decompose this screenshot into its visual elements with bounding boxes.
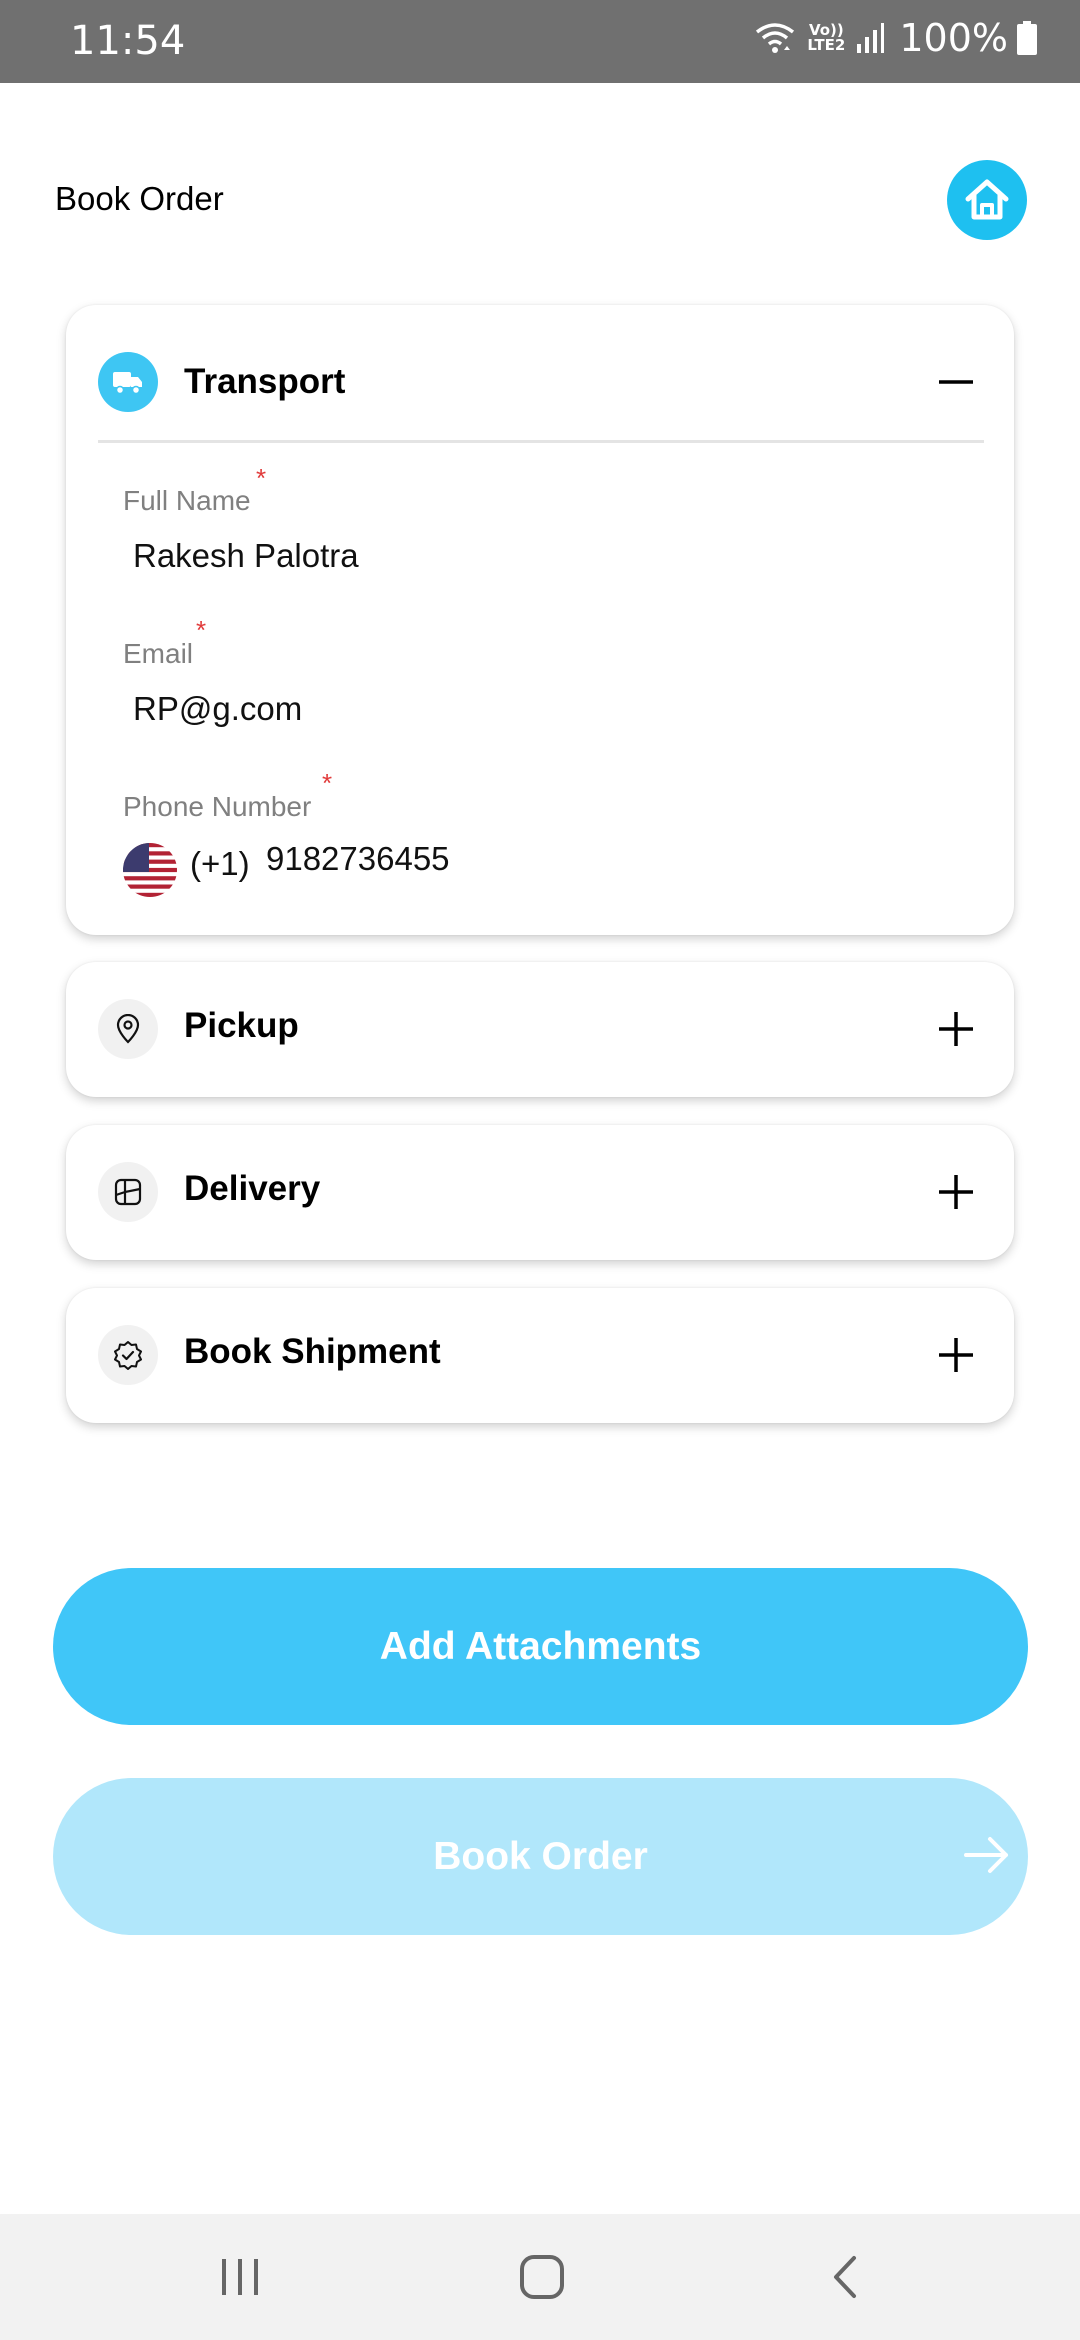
status-bar: 11:54 Vo)) LTE2 100% xyxy=(0,0,1080,83)
required-marker: * xyxy=(256,463,267,493)
email-label: Email xyxy=(123,638,194,669)
recent-apps-button[interactable] xyxy=(210,2252,270,2302)
plus-icon[interactable] xyxy=(936,1009,976,1049)
dial-code[interactable]: (+1) xyxy=(190,845,250,883)
transport-title: Transport xyxy=(184,362,346,401)
section-divider xyxy=(98,440,984,443)
recent-apps-icon xyxy=(222,2259,258,2295)
plus-icon[interactable] xyxy=(936,1335,976,1375)
full-name-label: Full Name xyxy=(123,485,251,516)
book-shipment-title: Book Shipment xyxy=(184,1332,441,1371)
back-icon xyxy=(834,2256,856,2298)
home-icon xyxy=(965,179,1009,220)
book-shipment-section[interactable]: Book Shipment xyxy=(66,1288,1014,1423)
transport-header[interactable]: Transport xyxy=(66,305,1014,440)
pickup-title: Pickup xyxy=(184,1006,299,1045)
back-button[interactable] xyxy=(815,2252,875,2302)
book-order-label: Book Order xyxy=(433,1834,648,1878)
book-order-button[interactable]: Book Order xyxy=(53,1778,1028,1935)
verified-badge-icon xyxy=(98,1325,158,1385)
transport-section: Transport Full Name * Rakesh Palotra Ema… xyxy=(66,305,1014,935)
full-name-field[interactable]: Rakesh Palotra xyxy=(133,537,359,575)
wifi-icon xyxy=(756,23,795,54)
delivery-section[interactable]: Delivery xyxy=(66,1125,1014,1260)
status-time: 11:54 xyxy=(70,18,186,64)
email-field[interactable]: RP@g.com xyxy=(133,690,302,728)
delivery-title: Delivery xyxy=(184,1169,321,1208)
signal-icon xyxy=(857,23,885,53)
home-button[interactable] xyxy=(947,160,1027,240)
system-nav-bar xyxy=(0,2214,1080,2340)
minus-icon[interactable] xyxy=(936,362,976,402)
location-pin-icon xyxy=(98,999,158,1059)
pickup-section[interactable]: Pickup xyxy=(66,962,1014,1097)
phone-label: Phone Number xyxy=(123,791,312,822)
add-attachments-button[interactable]: Add Attachments xyxy=(53,1568,1028,1725)
us-flag-icon[interactable] xyxy=(123,843,177,897)
truck-icon xyxy=(98,352,158,412)
status-icons: Vo)) LTE2 100% xyxy=(753,16,1038,60)
phone-field[interactable]: 9182736455 xyxy=(266,840,450,878)
arrow-right-icon xyxy=(964,1837,1008,1873)
volte-icon: Vo)) LTE2 xyxy=(807,21,846,54)
home-nav-icon xyxy=(520,2255,564,2299)
battery-icon xyxy=(1017,21,1037,55)
home-nav-button[interactable] xyxy=(512,2252,572,2302)
add-attachments-label: Add Attachments xyxy=(379,1624,702,1668)
required-marker: * xyxy=(196,615,207,645)
map-icon xyxy=(98,1162,158,1222)
plus-icon[interactable] xyxy=(936,1172,976,1212)
battery-percent: 100% xyxy=(899,16,1008,60)
required-marker: * xyxy=(322,768,333,798)
page-title: Book Order xyxy=(55,180,224,217)
